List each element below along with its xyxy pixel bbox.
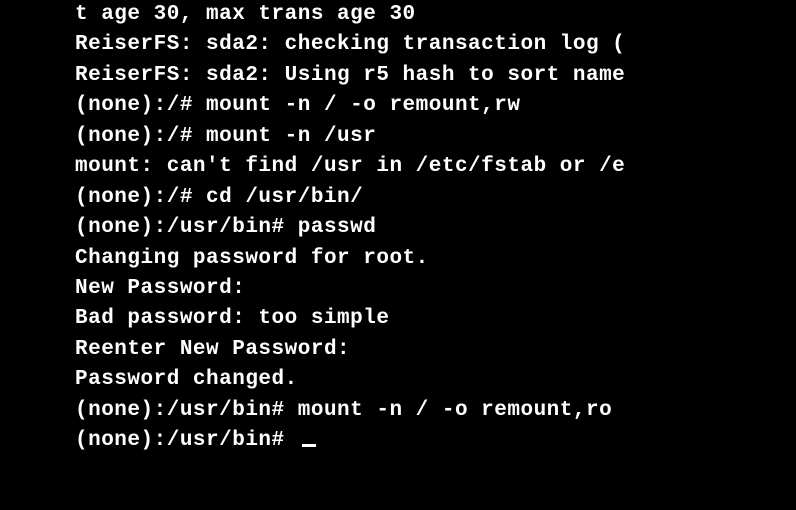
terminal-line: (none):/# mount -n /usr xyxy=(75,122,796,152)
terminal-line: t age 30, max trans age 30 xyxy=(75,0,796,30)
terminal-line: ReiserFS: sda2: checking transaction log… xyxy=(75,30,796,60)
terminal-line: Reenter New Password: xyxy=(75,335,796,365)
terminal-line: Bad password: too simple xyxy=(75,304,796,334)
cursor-icon xyxy=(302,444,316,447)
terminal-line: (none):/usr/bin# mount -n / -o remount,r… xyxy=(75,396,796,426)
terminal-line: New Password: xyxy=(75,274,796,304)
terminal-output[interactable]: t age 30, max trans age 30 ReiserFS: sda… xyxy=(0,0,796,457)
terminal-line: Password changed. xyxy=(75,365,796,395)
terminal-prompt-line: (none):/usr/bin# xyxy=(75,426,796,456)
terminal-line: (none):/# mount -n / -o remount,rw xyxy=(75,91,796,121)
terminal-line: mount: can't find /usr in /etc/fstab or … xyxy=(75,152,796,182)
terminal-line: (none):/# cd /usr/bin/ xyxy=(75,183,796,213)
terminal-line: (none):/usr/bin# passwd xyxy=(75,213,796,243)
terminal-line: Changing password for root. xyxy=(75,244,796,274)
terminal-prompt: (none):/usr/bin# xyxy=(75,429,298,452)
terminal-line: ReiserFS: sda2: Using r5 hash to sort na… xyxy=(75,61,796,91)
